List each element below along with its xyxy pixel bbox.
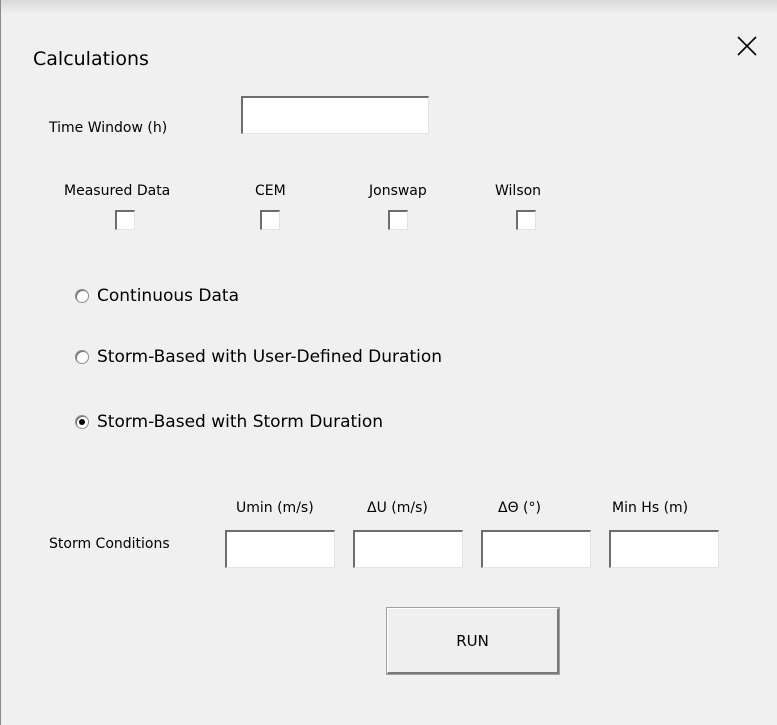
method-label-jonswap: Jonswap (369, 183, 427, 199)
close-icon (737, 36, 757, 56)
run-button[interactable]: RUN (386, 607, 560, 675)
radio-label-storm-user-defined: Storm-Based with User-Defined Duration (97, 347, 443, 367)
umin-input[interactable] (225, 530, 335, 568)
radio-button-icon (75, 289, 89, 303)
radio-label-continuous-data: Continuous Data (97, 286, 240, 306)
delta-theta-input[interactable] (481, 530, 591, 568)
radio-storm-duration[interactable]: Storm-Based with Storm Duration (75, 412, 383, 432)
radio-storm-user-defined[interactable]: Storm-Based with User-Defined Duration (75, 347, 442, 367)
time-window-label: Time Window (h) (49, 120, 168, 136)
window-top-edge (1, 0, 777, 14)
method-label-cem: CEM (255, 183, 286, 199)
measured-data-checkbox[interactable] (115, 210, 135, 230)
method-label-measured-data: Measured Data (64, 183, 171, 199)
radio-label-storm-duration: Storm-Based with Storm Duration (97, 412, 384, 432)
title-bar: Calculations (1, 14, 777, 82)
delta-u-label: ΔU (m/s) (367, 500, 428, 516)
umin-label: Umin (m/s) (236, 500, 314, 516)
wilson-checkbox[interactable] (516, 210, 536, 230)
time-window-input[interactable] (241, 96, 429, 134)
radio-button-selected-icon (75, 415, 89, 429)
calculations-dialog: Calculations Time Window (h) Measured Da… (0, 0, 777, 725)
cem-checkbox[interactable] (260, 210, 280, 230)
min-hs-label: Min Hs (m) (612, 500, 689, 516)
radio-dot (79, 419, 85, 425)
min-hs-input[interactable] (609, 530, 719, 568)
delta-theta-label: ΔΘ (°) (498, 500, 541, 516)
method-label-wilson: Wilson (495, 183, 542, 199)
jonswap-checkbox[interactable] (388, 210, 408, 230)
radio-button-icon (75, 350, 89, 364)
delta-u-input[interactable] (353, 530, 463, 568)
storm-conditions-label: Storm Conditions (49, 536, 170, 552)
close-button[interactable] (729, 28, 765, 64)
window-title: Calculations (33, 48, 149, 70)
radio-continuous-data[interactable]: Continuous Data (75, 286, 239, 306)
